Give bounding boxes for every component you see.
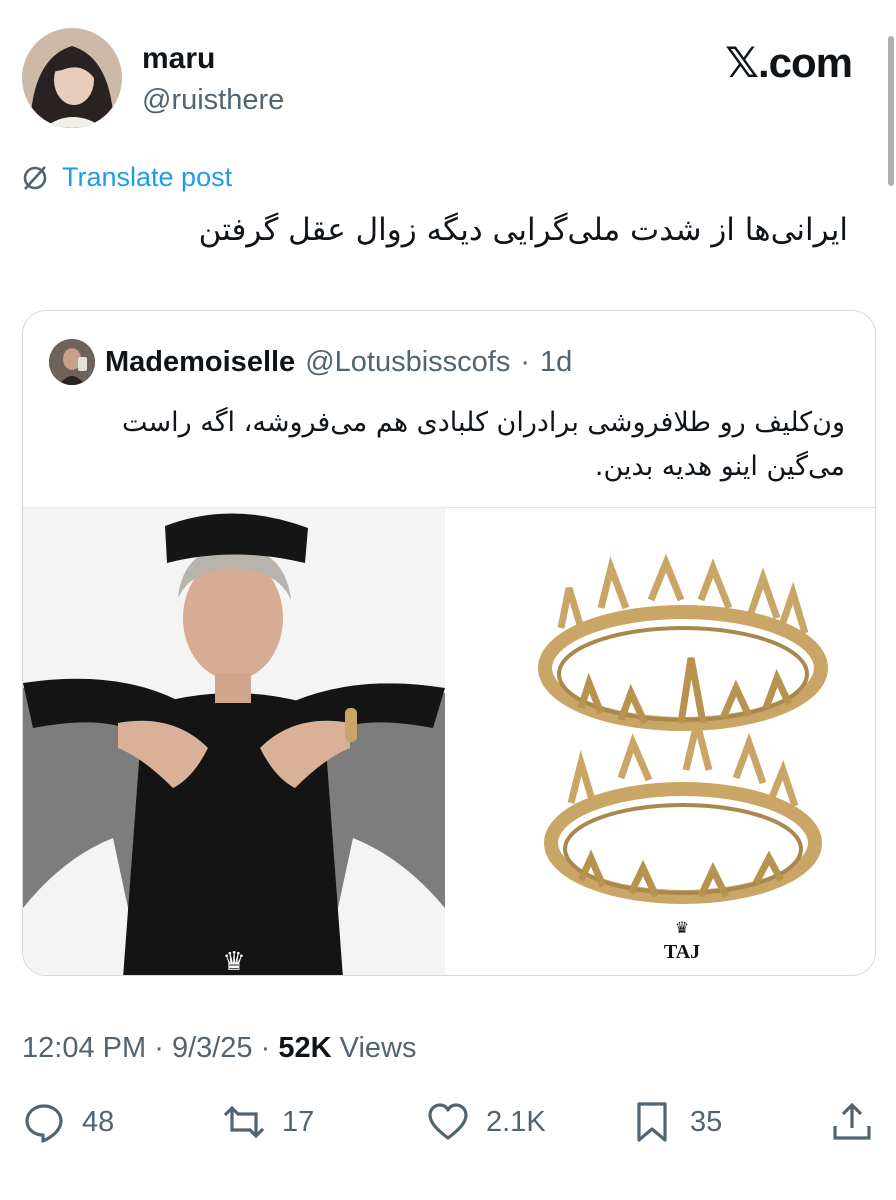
share-button[interactable] [830,1100,874,1144]
share-icon [833,1102,871,1140]
quoted-post[interactable]: Mademoiselle @Lotusbisscofs · 1d ون‌کلیف… [22,310,876,976]
author-handle[interactable]: @ruisthere [142,84,284,117]
post-date[interactable]: 9/3/25 [172,1032,253,1064]
author-avatar[interactable] [22,28,122,128]
reply-button[interactable]: 48 [22,1100,114,1144]
taj-logo: TAJ [664,941,700,963]
bookmark-button[interactable]: 35 [630,1100,722,1144]
quoted-separator: · [520,345,530,378]
quoted-age: 1d [540,345,573,378]
repost-icon [223,1105,265,1139]
scrollbar[interactable] [888,36,894,186]
author-display-name[interactable]: maru [142,42,215,76]
heart-icon [428,1103,468,1140]
like-count: 2.1K [486,1105,546,1138]
post-text: ایرانی‌ها از شدت ملی‌گرایی دیگه زوال عقل… [198,212,848,248]
quoted-text: ون‌کلیف رو طلافروشی برادران کلبادی هم می… [121,407,845,482]
meta-dot: · [154,1032,164,1064]
post-time[interactable]: 12:04 PM [22,1032,146,1064]
bookmark-icon [637,1102,667,1142]
model-photo[interactable]: ♛ [23,508,445,976]
repost-button[interactable]: 17 [222,1100,314,1144]
quoted-avatar[interactable] [49,339,95,385]
x-logo: 𝕏.com [725,39,853,86]
post-meta: 12:04 PM · 9/3/25 · 52K Views [22,1032,416,1065]
quoted-header: Mademoiselle @Lotusbisscofs · 1d [49,339,572,385]
reply-icon [25,1104,63,1143]
repost-count: 17 [282,1105,315,1138]
jewelry-photo[interactable]: ♛ TAJ [451,508,875,975]
translate-post-link[interactable]: Translate post [20,162,232,193]
like-button[interactable]: 2.1K [426,1100,546,1144]
quoted-media[interactable]: ♛ ♛ TAJ [23,507,875,976]
translate-icon [23,165,47,190]
reply-count: 48 [82,1105,115,1138]
views-count: 52K [278,1032,332,1064]
translate-label: Translate post [62,162,233,192]
bookmark-count: 35 [690,1105,723,1138]
crown-icon: ♛ [222,946,245,976]
meta-dot: · [260,1032,271,1064]
views-label: Views [339,1032,417,1064]
taj-crown-icon: ♛ [675,920,689,937]
quoted-display-name[interactable]: Mademoiselle [105,346,295,379]
action-bar: 48 17 2.1K 35 [0,1100,896,1160]
quoted-handle[interactable]: @Lotusbisscofs [305,346,510,379]
post-header: maru @ruisthere 𝕏.com [0,0,896,186]
